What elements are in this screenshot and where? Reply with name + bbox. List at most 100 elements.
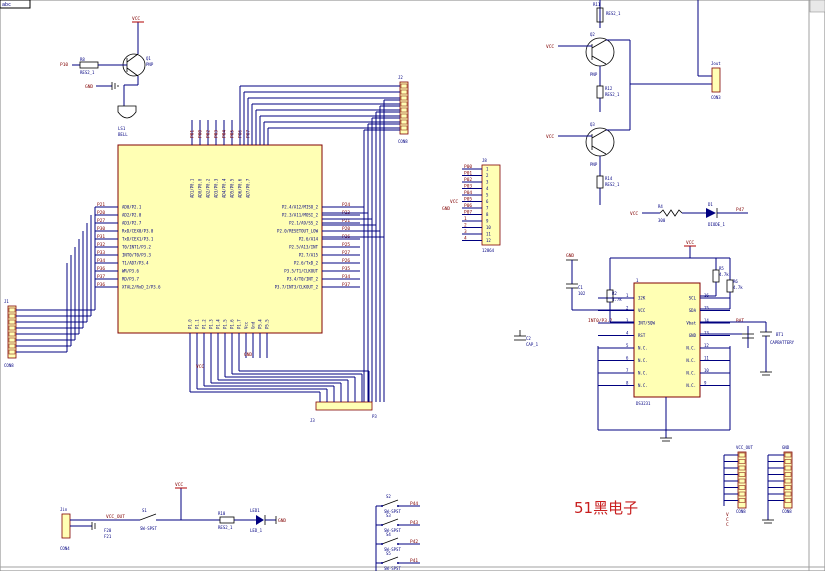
rtc-right-pin-label: Vbat — [686, 321, 696, 326]
rtc-vcc: VCC — [686, 240, 694, 246]
switch-label: S3 — [386, 513, 391, 518]
rtc-right-pin-number: 15 — [704, 306, 709, 311]
rtc-left-pin-label: RST — [638, 333, 646, 338]
c1-label: C1 — [578, 285, 583, 290]
q2-label: Q2 — [590, 32, 595, 37]
jout-label: Jout — [711, 61, 721, 66]
switch-net: P42 — [410, 539, 418, 545]
mcu-right-pin-label: P2.6/A14 — [299, 237, 319, 242]
mcu-right-pin-label: P2.0/RESETOUT_LOW — [277, 229, 319, 234]
q2-r-bot-value: RES2_1 — [605, 92, 620, 97]
j8-net-label: 2 — [464, 223, 467, 229]
s1-value: SW-SPST — [140, 526, 157, 531]
jout-body[interactable] — [711, 67, 721, 93]
jin-label: Jin — [60, 507, 68, 512]
switch-label: S5 — [386, 551, 391, 556]
r8-label: R8 — [80, 57, 85, 62]
mcu-right-net-label: P37 — [342, 282, 350, 288]
mcu-left-net-label: P31 — [97, 234, 105, 240]
q3-vcc: VCC — [546, 134, 554, 140]
mcu-top-pin-label: AD4/P0.4 — [222, 178, 227, 198]
led-net: P47 — [736, 207, 744, 213]
mcu-right-pin-label: P3.4/T0/INT_2 — [287, 277, 319, 282]
power-c-label: F20 — [104, 528, 112, 533]
mcu-left-net-label: P36 — [97, 282, 105, 288]
mcu-top-pin-label: AD2/P0.2 — [206, 178, 211, 198]
mcu-top-net-label: P00 — [198, 130, 204, 138]
buzzer-vcc-label: VCC — [132, 16, 140, 22]
j8-net-label: P02 — [464, 177, 472, 183]
mcu-right-pin-label: P3.5/T1/CLKOUT — [284, 269, 318, 274]
j8-net-label: 3 — [464, 229, 467, 235]
rtc-left-pin-label: N.C. — [638, 346, 648, 351]
mcu-left-pin-label: TxD/CEX1/P3.1 — [122, 237, 154, 242]
mcu-bottom-pin-label: Gnd — [251, 321, 256, 329]
mcu-bottom-pin-label: P1.2 — [202, 319, 207, 329]
j8-pin-number: 11 — [486, 232, 491, 237]
bt1-label: BT1 — [776, 332, 784, 337]
r5-value: 4.7k — [719, 272, 729, 277]
mcu-right-pin-label: P3.7/INT3/CLKOUT_2 — [275, 285, 319, 290]
r6-value: 4.7k — [733, 285, 743, 290]
bt1-value: CAPBATTERY — [770, 340, 795, 345]
j8-pin-number: 10 — [486, 225, 491, 230]
scroll-up-button[interactable] — [809, 0, 825, 13]
j8-net-label: P06 — [464, 203, 472, 209]
switch-value: SW-SPST — [384, 566, 401, 571]
mcu-top-net-label: P03 — [214, 130, 220, 138]
mcu-right-net-label: P25 — [342, 242, 350, 248]
mcu-left-pin-label: AD2/P2.0 — [122, 213, 142, 218]
switch-label: S4 — [386, 532, 391, 537]
j3-body[interactable] — [315, 401, 373, 411]
rtc-left-pin-label: N.C. — [638, 358, 648, 363]
gnd-bus-value: CON8 — [782, 509, 792, 514]
jin-body[interactable] — [61, 513, 71, 539]
j3-label: J3 — [310, 418, 315, 423]
rtc-right-pin-number: 12 — [704, 343, 709, 348]
j8-body[interactable] — [481, 164, 501, 246]
mcu-right-pin-label: P2.1/A9/SS_2 — [289, 221, 318, 226]
mcu-left-pin-label: T0/INT1/P3.2 — [122, 245, 151, 250]
j8-net-label: P03 — [464, 184, 472, 190]
mcu-bottom-pin-label: P5.4 — [258, 319, 263, 329]
mcu-left-pin-label: AD0/P2.1 — [122, 205, 142, 210]
mcu-top-net-label: P02 — [206, 130, 212, 138]
j8-gnd-marker: GND — [442, 206, 450, 212]
mcu-top-net-label: P01 — [190, 130, 196, 138]
s1-label: S1 — [142, 508, 147, 513]
q2-r-top: R11 — [593, 2, 601, 7]
mcu-top-pin-label: AD3/P0.3 — [214, 178, 219, 198]
rtc-right-pin-label: SDA — [689, 308, 697, 313]
ls1-value: BELL — [118, 132, 128, 137]
mcu-left-net-label: P37 — [97, 274, 105, 280]
jin-value: CON4 — [60, 546, 70, 551]
mcu-bottom-pin-label: Vcc — [244, 321, 249, 329]
rtc-right-pin-label: N.C. — [686, 371, 696, 376]
rtc-chip-name: DS3231 — [636, 401, 651, 406]
mcu-top-net-label: P04 — [222, 130, 228, 138]
mcu-right-net-label: P34 — [342, 274, 350, 280]
buzzer-gnd: GND — [85, 84, 93, 90]
mcu-left-net-label: P21 — [97, 202, 105, 208]
led-vcc: VCC — [630, 211, 638, 217]
q1-label: Q1 — [146, 56, 151, 61]
mcu-left-net-label: P36 — [97, 266, 105, 272]
c2-label: C2 — [526, 336, 531, 341]
q1-type: PNP — [146, 62, 154, 67]
mcu-left-net-label: P32 — [97, 242, 105, 248]
q2-vcc: VCC — [546, 44, 554, 50]
rtc-left-pin-label: VCC — [638, 308, 646, 313]
c2-value: CAP_1 — [526, 342, 539, 347]
mcu-left-net-label: P20 — [97, 210, 105, 216]
mcu-left-pin-label: INT0/T0/P3.3 — [122, 253, 151, 258]
mcu-block: AD1/P0.1 P01 AD0/P0.0 P00 AD2/P0.2 P02 AD3/P0.… — [95, 120, 360, 358]
mcu-left-net-label: P33 — [97, 250, 105, 256]
q3-r-bot: R14 — [605, 176, 613, 181]
power-vcc: VCC — [175, 482, 183, 488]
mcu-right-net-label: P27 — [342, 250, 350, 256]
r10-label: R10 — [218, 511, 226, 516]
rtc-net-bat: BAT — [736, 318, 744, 324]
r2-label: R2 — [612, 291, 617, 296]
mcu-top-pin-label: AD5/P0.5 — [230, 178, 235, 198]
j8-net-label: P00 — [464, 164, 472, 170]
